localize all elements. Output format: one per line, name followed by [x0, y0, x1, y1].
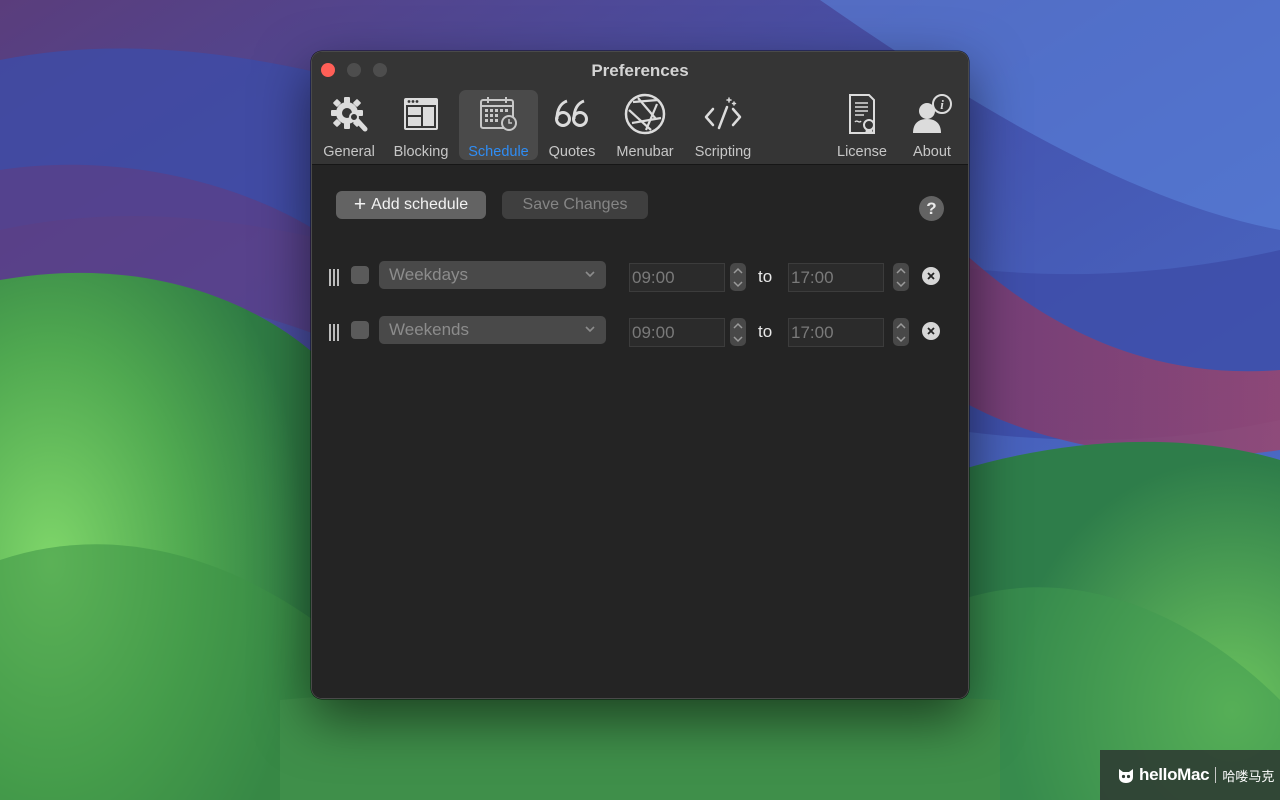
tab-general-label: General [323, 144, 375, 160]
chevron-down-icon[interactable] [896, 336, 906, 343]
start-time-stepper[interactable] [730, 318, 746, 346]
chevron-up-icon[interactable] [733, 322, 743, 329]
close-icon [927, 327, 935, 335]
chevron-down-icon [585, 326, 595, 333]
add-schedule-label: Add schedule [371, 196, 469, 213]
browser-window-icon [399, 92, 443, 136]
end-time-field[interactable]: 17:00 [788, 318, 884, 347]
tab-quotes-label: Quotes [548, 144, 596, 160]
chevron-down-icon[interactable] [733, 281, 743, 288]
remove-schedule-button[interactable] [922, 322, 940, 340]
chevron-up-icon[interactable] [896, 267, 906, 274]
start-time-field[interactable]: 09:00 [629, 263, 725, 292]
watermark-divider [1215, 767, 1217, 783]
plus-icon: + [353, 192, 367, 216]
days-select-value: Weekends [389, 320, 470, 339]
tab-about-label: About [913, 144, 951, 160]
tab-menubar[interactable]: Menubar [614, 90, 676, 160]
chevron-up-icon[interactable] [896, 322, 906, 329]
help-button[interactable]: ? [919, 196, 944, 221]
toolbar: Preferences General Blocking Schedule Qu… [312, 52, 968, 165]
start-time-field[interactable]: 09:00 [629, 318, 725, 347]
window-title: Preferences [591, 61, 689, 80]
watermark: helloMac 哈喽马克 [1100, 750, 1280, 800]
tab-blocking[interactable]: Blocking [390, 90, 452, 160]
tab-general[interactable]: General [320, 90, 378, 160]
save-changes-label: Save Changes [522, 196, 628, 213]
tab-license[interactable]: License [833, 90, 891, 160]
days-select-value: Weekdays [389, 265, 469, 284]
schedule-enabled-checkbox[interactable] [351, 266, 369, 284]
end-time-stepper[interactable] [893, 263, 909, 291]
tab-menubar-label: Menubar [616, 144, 674, 160]
drag-handle-icon[interactable] [329, 269, 339, 286]
schedule-row: Weekdays 09:00 to 17:00 [312, 261, 968, 293]
tab-schedule[interactable]: Schedule [459, 90, 538, 160]
drag-handle-icon[interactable] [329, 324, 339, 341]
tab-license-label: License [837, 144, 887, 160]
quote-icon [550, 92, 594, 136]
schedule-row: Weekends 09:00 to 17:00 [312, 316, 968, 348]
tab-scripting-label: Scripting [694, 144, 752, 160]
chevron-down-icon[interactable] [733, 336, 743, 343]
code-icon [701, 92, 745, 136]
tab-about[interactable]: i About [906, 90, 958, 160]
tab-scripting[interactable]: Scripting [690, 90, 756, 160]
time-separator: to [758, 267, 773, 286]
chevron-down-icon[interactable] [896, 281, 906, 288]
end-time-field[interactable]: 17:00 [788, 263, 884, 292]
schedule-panel: + Add schedule Save Changes ? Weekdays 0… [312, 166, 968, 698]
aperture-icon [623, 92, 667, 136]
svg-text:i: i [940, 97, 944, 112]
save-changes-button[interactable]: Save Changes [502, 191, 648, 219]
time-separator: to [758, 322, 773, 341]
add-schedule-button[interactable]: + Add schedule [336, 191, 486, 219]
tab-schedule-label: Schedule [468, 144, 529, 160]
tab-quotes[interactable]: Quotes [545, 90, 599, 160]
gear-icon [327, 92, 371, 136]
close-icon [927, 272, 935, 280]
remove-schedule-button[interactable] [922, 267, 940, 285]
preferences-window: Preferences General Blocking Schedule Qu… [311, 51, 969, 699]
days-select[interactable]: Weekends [379, 316, 606, 344]
tab-blocking-label: Blocking [393, 144, 449, 160]
end-time-stepper[interactable] [893, 318, 909, 346]
chevron-up-icon[interactable] [733, 267, 743, 274]
user-info-icon: i [910, 92, 954, 136]
schedule-enabled-checkbox[interactable] [351, 321, 369, 339]
watermark-chinese: 哈喽马克 [1222, 768, 1275, 784]
certificate-icon [840, 92, 884, 136]
days-select[interactable]: Weekdays [379, 261, 606, 289]
calendar-clock-icon [477, 92, 521, 136]
hellomac-logo-icon [1119, 769, 1133, 783]
start-time-stepper[interactable] [730, 263, 746, 291]
chevron-down-icon [585, 271, 595, 278]
watermark-brand: helloMac [1139, 765, 1210, 784]
